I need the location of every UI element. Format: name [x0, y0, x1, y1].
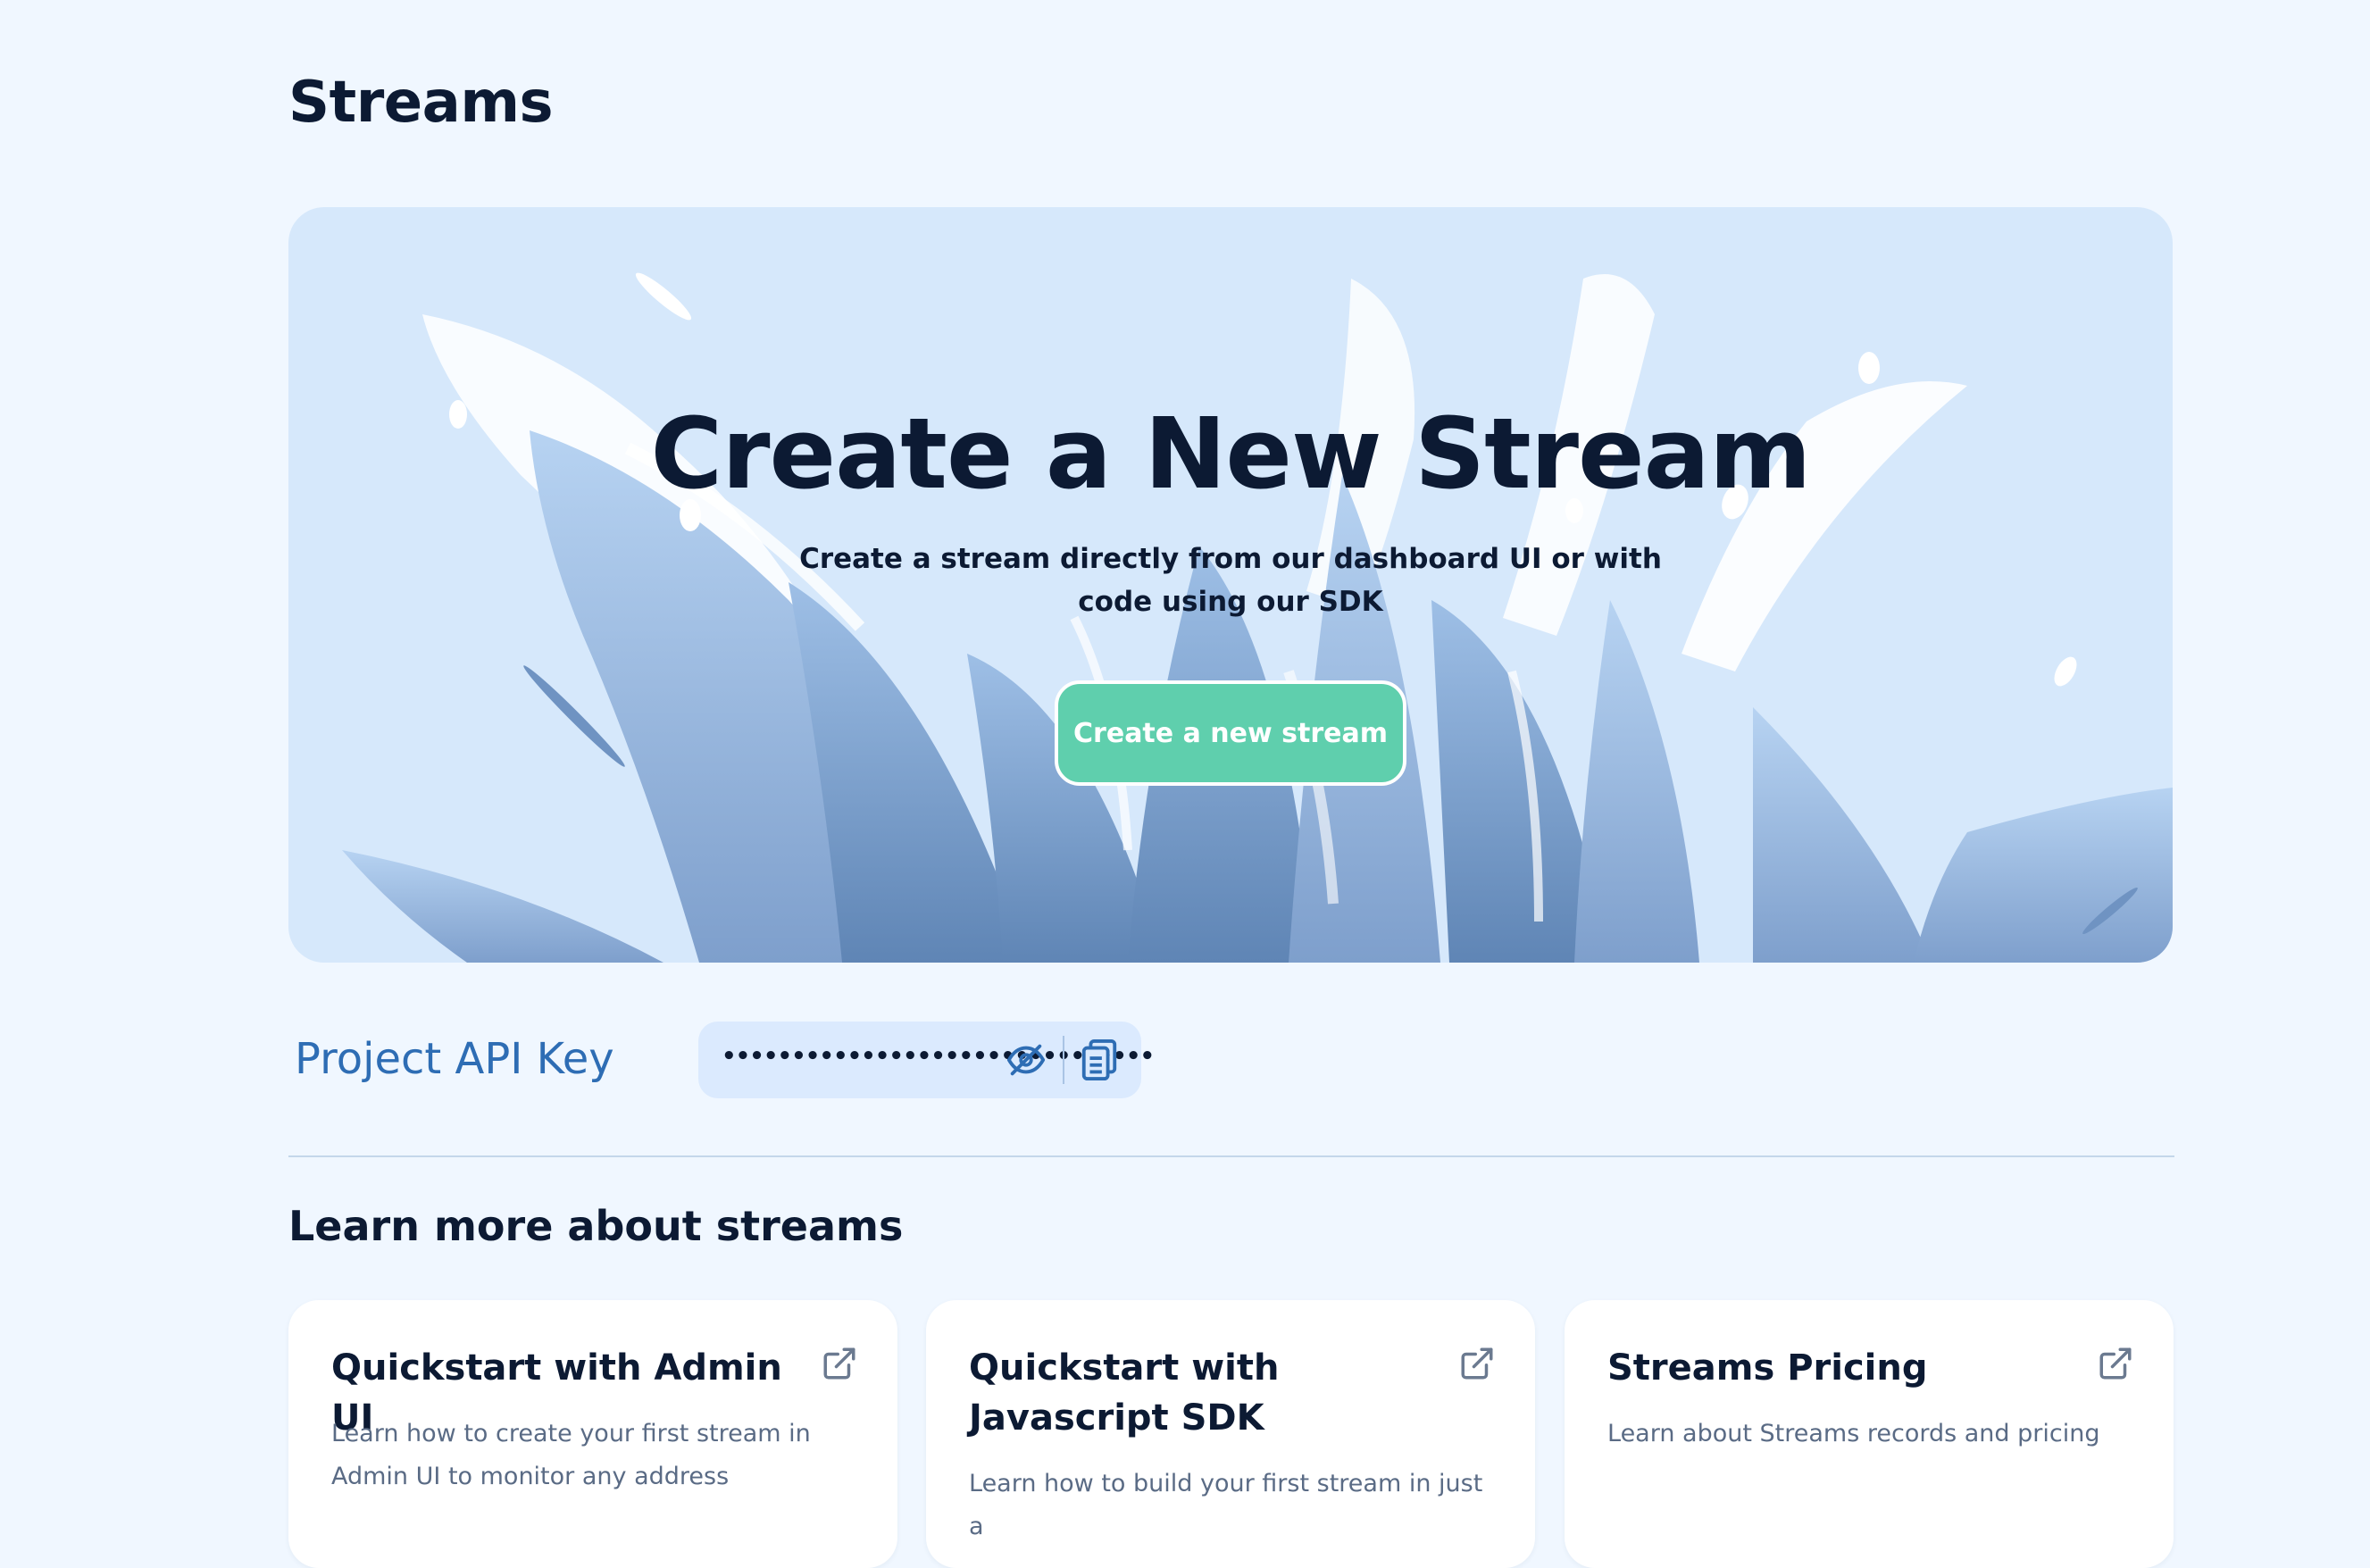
copy-icon[interactable]	[1079, 1038, 1120, 1082]
card-description: Learn how to build your first stream in …	[969, 1470, 1483, 1540]
hero-banner: Create a New Stream Create a stream dire…	[288, 207, 2173, 963]
card-streams-pricing[interactable]: Streams Pricing Learn about Streams reco…	[1565, 1300, 2174, 1568]
card-title: Streams Pricing	[1607, 1347, 1928, 1389]
card-description: Learn how to create your first stream in…	[331, 1420, 811, 1490]
eye-off-icon[interactable]	[1006, 1039, 1047, 1080]
create-stream-button[interactable]: Create a new stream	[1055, 680, 1406, 786]
learn-section-title: Learn more about streams	[288, 1202, 904, 1250]
hero-subtitle: Create a stream directly from our dashbo…	[799, 543, 1662, 618]
api-key-label: Project API Key	[295, 1034, 614, 1084]
api-key-separator	[1063, 1036, 1064, 1084]
external-link-icon[interactable]	[1458, 1345, 1496, 1382]
card-quickstart-javascript-sdk[interactable]: Quickstart with Javascript SDK Learn how…	[926, 1300, 1535, 1568]
api-key-field: •••••••••••••••••••••••••••••••	[698, 1022, 1155, 1098]
page-title: Streams	[288, 70, 554, 136]
external-link-icon[interactable]	[821, 1345, 858, 1382]
card-description: Learn about Streams records and pricing	[1607, 1420, 2100, 1447]
card-quickstart-admin-ui[interactable]: Quickstart with Admin UI Learn how to cr…	[288, 1300, 897, 1568]
external-link-icon[interactable]	[2097, 1345, 2134, 1382]
card-title: Quickstart with Javascript SDK	[969, 1347, 1280, 1439]
hero-title: Create a New Stream	[650, 396, 1812, 511]
section-divider	[288, 1155, 2174, 1157]
